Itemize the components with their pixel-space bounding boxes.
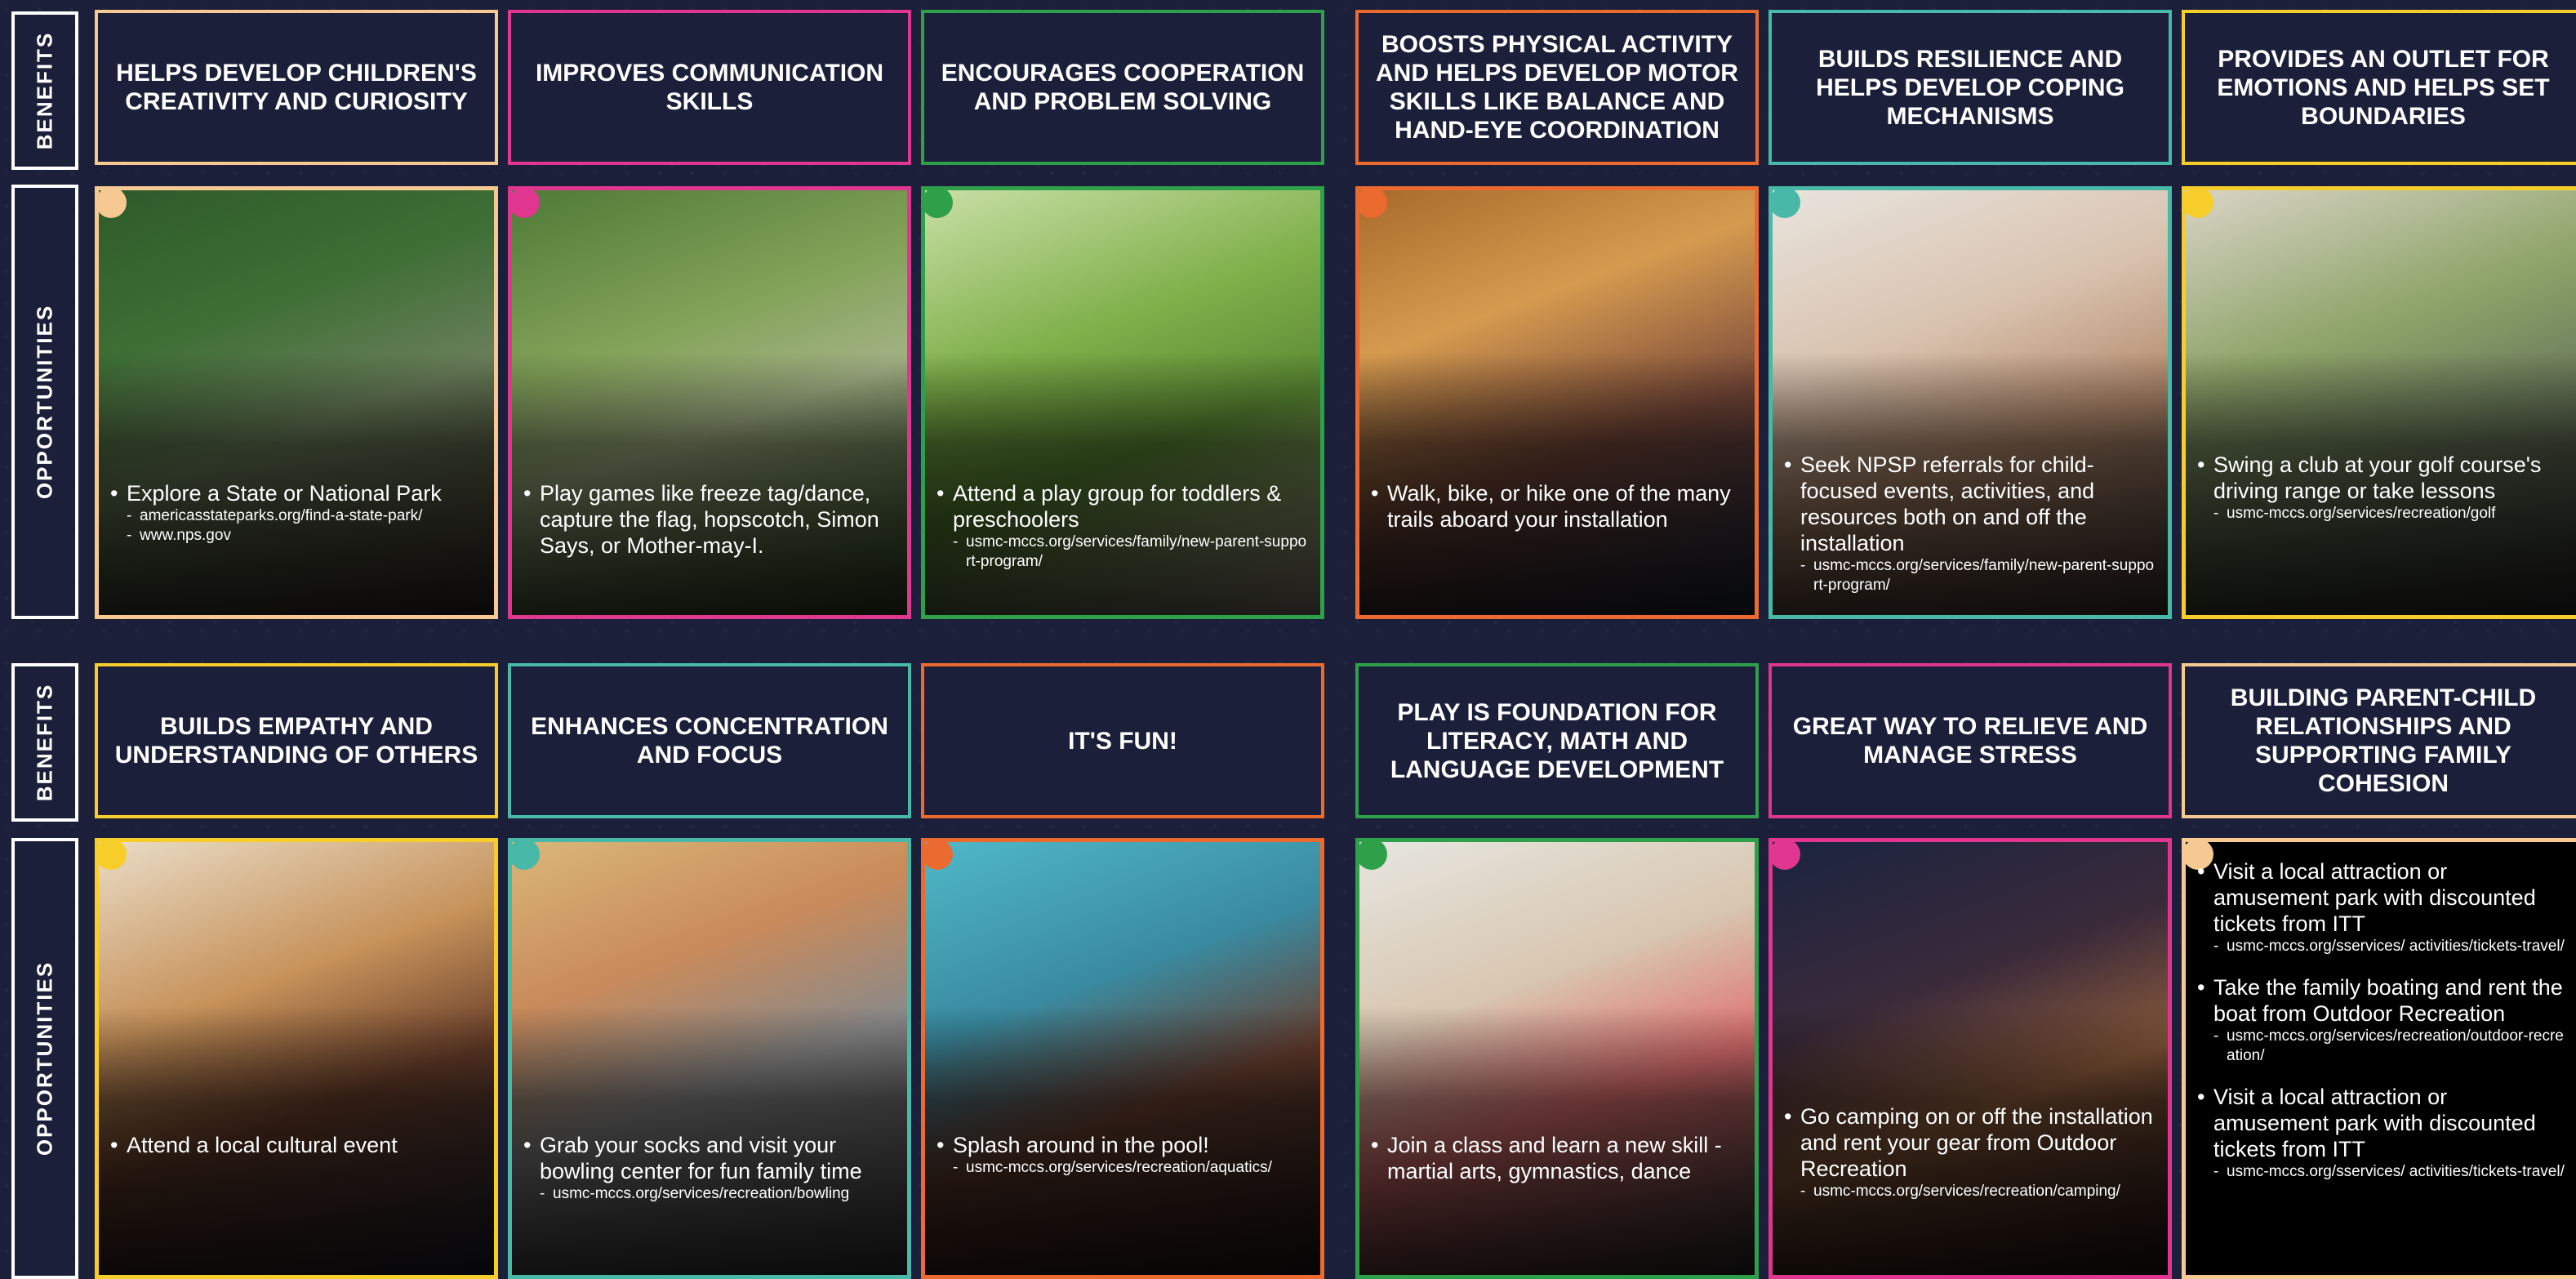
opportunity-card-camping: Go camping on or off the installation an… bbox=[1768, 838, 2172, 1279]
link-text[interactable]: usmc-mccs.org/sservices/ activities/tick… bbox=[2196, 937, 2565, 956]
corner-dot bbox=[2186, 190, 2213, 218]
opportunity-item: Swing a club at your golf course's drivi… bbox=[2196, 452, 2565, 524]
link-text[interactable]: www.nps.gov bbox=[109, 526, 483, 546]
benefits-label-row2: BENEFITS bbox=[11, 663, 78, 822]
opportunity-item: Walk, bike, or hike one of the many trai… bbox=[1369, 480, 1743, 533]
opportunity-item: Play games like freeze tag/dance, captur… bbox=[522, 480, 896, 559]
corner-dot bbox=[1773, 842, 1800, 870]
benefit-card: HELPS DEVELOP CHILDREN'S CREATIVITY AND … bbox=[95, 10, 498, 165]
benefit-card: IMPROVES COMMUNICATION SKILLS bbox=[508, 10, 911, 165]
opportunity-item: Go camping on or off the installation an… bbox=[1782, 1103, 2156, 1201]
opportunity-card-trails: Walk, bike, or hike one of the many trai… bbox=[1355, 186, 1759, 619]
corner-dot bbox=[1359, 190, 1387, 218]
opportunity-item: Grab your socks and visit your bowling c… bbox=[522, 1132, 896, 1204]
corner-dot bbox=[99, 190, 127, 218]
link-text[interactable]: usmc-mccs.org/services/family/new-parent… bbox=[935, 533, 1309, 572]
benefit-card: GREAT WAY TO RELIEVE AND MANAGE STRESS bbox=[1768, 663, 2172, 818]
benefit-card: ENHANCES CONCENTRATION AND FOCUS bbox=[508, 663, 911, 818]
opportunity-card-npsp: Seek NPSP referrals for child-focused ev… bbox=[1768, 186, 2172, 619]
opportunity-card-games: Play games like freeze tag/dance, captur… bbox=[508, 186, 911, 619]
benefit-card: BUILDS EMPATHY AND UNDERSTANDING OF OTHE… bbox=[95, 663, 498, 818]
opportunity-item: Take the family boating and rent the boa… bbox=[2196, 974, 2565, 1066]
opportunity-item: Attend a play group for toddlers & presc… bbox=[935, 480, 1309, 572]
benefit-card: ENCOURAGES COOPERATION AND PROBLEM SOLVI… bbox=[921, 10, 1324, 165]
corner-dot bbox=[1359, 842, 1387, 870]
link-text[interactable]: americasstateparks.org/find-a-state-park… bbox=[109, 506, 483, 526]
corner-dot bbox=[925, 842, 953, 870]
opportunity-item: Visit a local attraction or amusement pa… bbox=[2196, 1084, 2565, 1182]
benefit-card: BUILDS RESILIENCE AND HELPS DEVELOP COPI… bbox=[1768, 10, 2172, 165]
opportunities-label-row1: OPPORTUNITIES bbox=[11, 185, 78, 619]
opportunity-card-park: Explore a State or National Park america… bbox=[95, 186, 498, 619]
opportunity-card-playgroup: Attend a play group for toddlers & presc… bbox=[921, 186, 1324, 619]
corner-dot bbox=[99, 842, 127, 870]
benefit-card: IT'S FUN! bbox=[921, 663, 1324, 818]
link-text[interactable]: usmc-mccs.org/services/recreation/aquati… bbox=[935, 1158, 1309, 1178]
opportunity-item: Seek NPSP referrals for child-focused ev… bbox=[1782, 452, 2156, 595]
opportunity-card-pool: Splash around in the pool! usmc-mccs.org… bbox=[921, 838, 1324, 1279]
opportunity-card-cultural: Attend a local cultural event bbox=[95, 838, 498, 1279]
benefit-card: BOOSTS PHYSICAL ACTIVITY AND HELPS DEVEL… bbox=[1355, 10, 1759, 165]
corner-dot bbox=[512, 842, 540, 870]
benefit-card: PROVIDES AN OUTLET FOR EMOTIONS AND HELP… bbox=[2182, 10, 2576, 165]
opportunity-item: Attend a local cultural event bbox=[109, 1132, 483, 1158]
opportunity-item: Join a class and learn a new skill - mar… bbox=[1369, 1132, 1743, 1184]
benefit-card: BUILDING PARENT-CHILD RELATIONSHIPS AND … bbox=[2182, 663, 2576, 818]
corner-dot bbox=[1773, 190, 1800, 218]
link-text[interactable]: usmc-mccs.org/services/recreation/outdoo… bbox=[2196, 1027, 2565, 1066]
opportunity-card-golf: Swing a club at your golf course's drivi… bbox=[2182, 186, 2576, 619]
opportunity-card-bowling: Grab your socks and visit your bowling c… bbox=[508, 838, 911, 1279]
link-text[interactable]: usmc-mccs.org/sservices/ activities/tick… bbox=[2196, 1162, 2565, 1182]
benefit-card: PLAY IS FOUNDATION FOR LITERACY, MATH AN… bbox=[1355, 663, 1759, 818]
link-text[interactable]: usmc-mccs.org/services/recreation/bowlin… bbox=[522, 1184, 896, 1204]
benefits-label-row1: BENEFITS bbox=[11, 11, 78, 170]
corner-dot bbox=[512, 190, 540, 218]
opportunity-item: Explore a State or National Park america… bbox=[109, 480, 483, 546]
opportunities-label-row2: OPPORTUNITIES bbox=[11, 838, 78, 1279]
link-text[interactable]: usmc-mccs.org/services/recreation/campin… bbox=[1782, 1182, 2156, 1201]
corner-dot bbox=[925, 190, 953, 218]
link-text[interactable]: usmc-mccs.org/services/family/new-parent… bbox=[1782, 556, 2156, 595]
link-text[interactable]: usmc-mccs.org/services/recreation/golf bbox=[2196, 504, 2565, 524]
opportunity-item: Visit a local attraction or amusement pa… bbox=[2196, 858, 2565, 956]
opportunity-item: Splash around in the pool! usmc-mccs.org… bbox=[935, 1132, 1309, 1178]
opportunity-card-class: Join a class and learn a new skill - mar… bbox=[1355, 838, 1759, 1279]
opportunity-card-family-outings: Visit a local attraction or amusement pa… bbox=[2182, 838, 2576, 1279]
